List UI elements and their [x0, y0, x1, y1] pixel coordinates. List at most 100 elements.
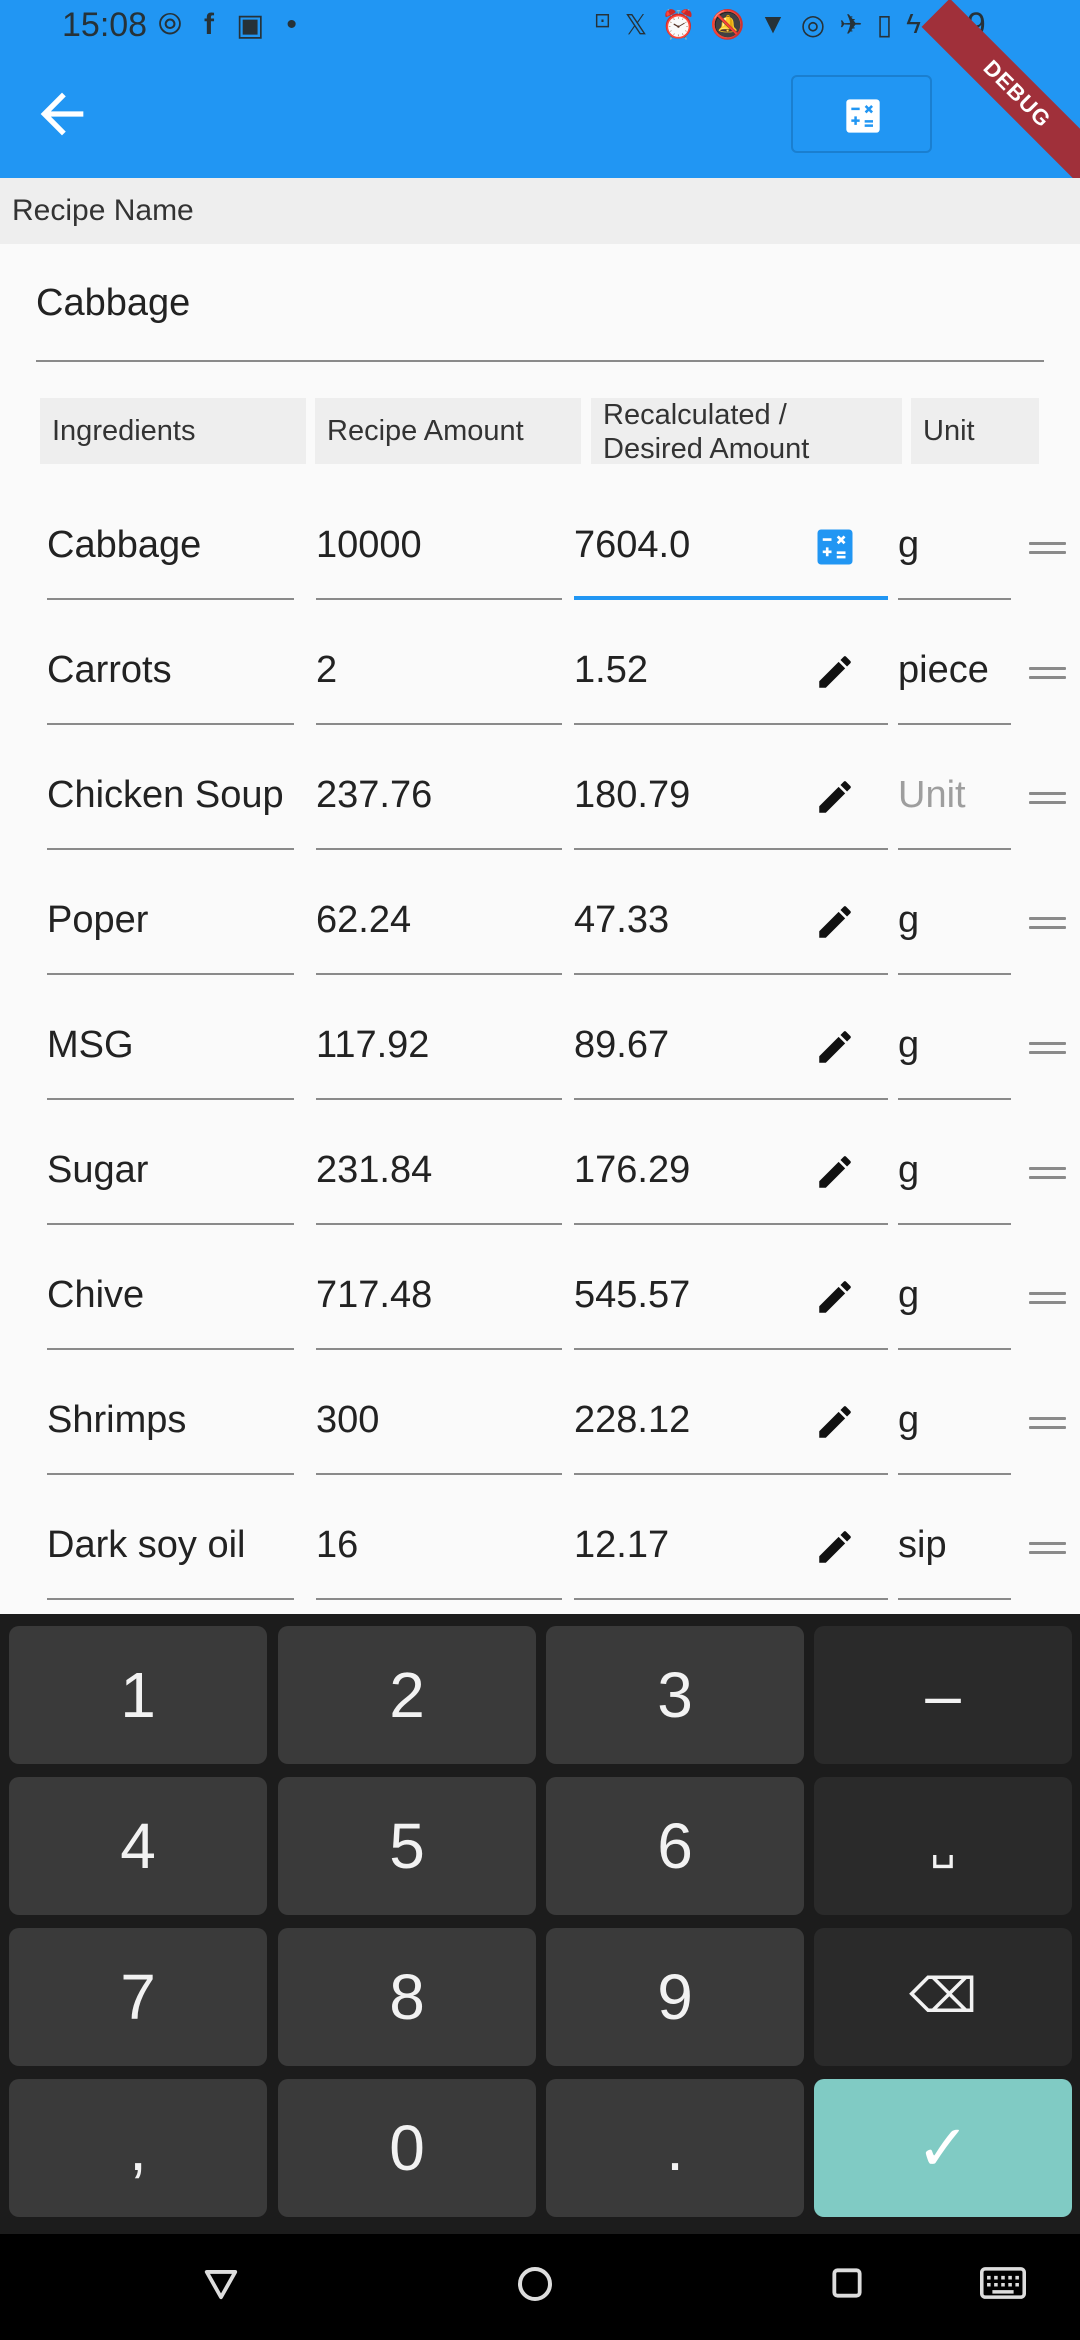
unit-field-value: sip [898, 1524, 947, 1566]
key-6[interactable]: 6 [546, 1777, 804, 1915]
calculate-button[interactable] [791, 75, 932, 153]
arrow-back-icon [40, 92, 84, 136]
drag-handle-icon[interactable] [1029, 1417, 1066, 1429]
ingredient-name-field[interactable]: Shrimps [47, 1367, 294, 1475]
recipe-amount-field[interactable]: 717.48 [316, 1242, 562, 1350]
unit-field[interactable]: g [898, 1367, 1011, 1475]
unit-field[interactable]: piece [898, 617, 1011, 725]
ingredient-row: Cabbage 10000 7604.0 g [0, 492, 1080, 617]
recipe-amount-field[interactable]: 300 [316, 1367, 562, 1475]
recipe-name-input[interactable]: Cabbage [36, 262, 1044, 362]
app-bar: DEBUG [0, 0, 1080, 190]
ingredient-name-field[interactable]: Cabbage [47, 492, 294, 600]
ingredient-name-field[interactable]: Poper [47, 867, 294, 975]
drag-handle-icon[interactable] [1029, 1292, 1066, 1304]
recipe-amount-field[interactable]: 10000 [316, 492, 562, 600]
ingredient-row: Dark soy oil 16 12.17 sip [0, 1492, 1080, 1617]
ingredient-name-field[interactable]: Carrots [47, 617, 294, 725]
recipe-amount-field[interactable]: 231.84 [316, 1117, 562, 1225]
edit-icon[interactable] [814, 1401, 856, 1443]
nav-back-icon[interactable] [202, 2264, 240, 2302]
edit-icon[interactable] [814, 1151, 856, 1193]
keyboard-icon[interactable] [980, 2264, 1026, 2302]
auto-icon: ⊡ [594, 10, 611, 32]
status-bar: 15:08 ⦾ f ▣ • ⊡ 𝕏 ⏰ 🔕 ▼ ◎ ✈ ▯ ϟ 29 [0, 0, 1080, 52]
drag-handle-icon[interactable] [1029, 792, 1066, 804]
recalculated-amount-field-value: 47.33 [574, 899, 670, 941]
header-recipe-amount: Recipe Amount [315, 398, 581, 464]
drag-handle-icon[interactable] [1029, 542, 1066, 554]
ingredient-name-field-value: Sugar [47, 1149, 149, 1191]
edit-icon[interactable] [814, 1526, 856, 1568]
key-5[interactable]: 5 [278, 1777, 536, 1915]
hotspot-icon: ◎ [800, 9, 826, 40]
unit-field[interactable]: g [898, 867, 1011, 975]
edit-icon[interactable] [814, 1276, 856, 1318]
calculator-icon [846, 99, 880, 133]
drag-handle-icon[interactable] [1029, 1542, 1066, 1554]
recipe-amount-field[interactable]: 117.92 [316, 992, 562, 1100]
recipe-amount-field-value: 2 [316, 649, 338, 691]
unit-field[interactable]: g [898, 992, 1011, 1100]
recipe-name-label-bar: Recipe Name [0, 178, 1080, 244]
ingredient-name-field-value: MSG [47, 1024, 134, 1066]
wifi-icon: ▼ [759, 8, 787, 39]
ingredient-name-field[interactable]: Chive [47, 1242, 294, 1350]
key-minus[interactable]: – [814, 1626, 1072, 1764]
ingredient-row: Shrimps 300 228.12 g [0, 1367, 1080, 1492]
edit-icon[interactable] [814, 901, 856, 943]
key-backspace[interactable]: ⌫ [814, 1928, 1072, 2066]
key-space[interactable]: ␣ [814, 1777, 1072, 1915]
unit-field[interactable]: g [898, 1242, 1011, 1350]
key-1[interactable]: 1 [9, 1626, 267, 1764]
key-period[interactable]: . [546, 2079, 804, 2217]
back-button[interactable] [30, 82, 94, 146]
recalculated-amount-field-value: 228.12 [574, 1399, 691, 1441]
key-4[interactable]: 4 [9, 1777, 267, 1915]
calculator-icon[interactable] [814, 526, 856, 568]
recipe-amount-field[interactable]: 16 [316, 1492, 562, 1600]
ingredient-row: MSG 117.92 89.67 g [0, 992, 1080, 1117]
key-9[interactable]: 9 [546, 1928, 804, 2066]
unit-field[interactable]: Unit [898, 742, 1011, 850]
key-3[interactable]: 3 [546, 1626, 804, 1764]
recipe-amount-field[interactable]: 237.76 [316, 742, 562, 850]
dot-icon: • [286, 8, 297, 41]
recipe-amount-field-value: 10000 [316, 524, 422, 566]
key-7[interactable]: 7 [9, 1928, 267, 2066]
key-0[interactable]: 0 [278, 2079, 536, 2217]
recalculated-amount-field-value: 7604.0 [574, 524, 691, 566]
ingredient-row: Chicken Soup 237.76 180.79 Unit [0, 742, 1080, 867]
unit-field[interactable]: g [898, 492, 1011, 600]
key-done[interactable]: ✓ [814, 2079, 1072, 2217]
edit-icon[interactable] [814, 651, 856, 693]
unit-field[interactable]: sip [898, 1492, 1011, 1600]
battery-icon: ▯ [876, 9, 893, 40]
facebook-icon: f [204, 8, 214, 41]
drag-handle-icon[interactable] [1029, 1042, 1066, 1054]
recipe-amount-field-value: 237.76 [316, 774, 433, 816]
recalculated-amount-field-value: 1.52 [574, 649, 648, 691]
recalculated-amount-field-value: 89.67 [574, 1024, 670, 1066]
unit-field-value: g [898, 524, 920, 566]
recipe-amount-field-value: 16 [316, 1524, 359, 1566]
drag-handle-icon[interactable] [1029, 917, 1066, 929]
drag-handle-icon[interactable] [1029, 1167, 1066, 1179]
key-comma[interactable]: , [9, 2079, 267, 2217]
key-2[interactable]: 2 [278, 1626, 536, 1764]
unit-field-value: Unit [898, 774, 966, 816]
ingredient-name-field[interactable]: Chicken Soup [47, 742, 294, 850]
recipe-amount-field[interactable]: 2 [316, 617, 562, 725]
ingredient-name-field[interactable]: MSG [47, 992, 294, 1100]
recipe-amount-field[interactable]: 62.24 [316, 867, 562, 975]
drag-handle-icon[interactable] [1029, 667, 1066, 679]
unit-field[interactable]: g [898, 1117, 1011, 1225]
key-8[interactable]: 8 [278, 1928, 536, 2066]
x-icon: 𝕏 [624, 9, 648, 40]
edit-icon[interactable] [814, 1026, 856, 1068]
ingredient-name-field[interactable]: Dark soy oil [47, 1492, 294, 1600]
ingredient-name-field[interactable]: Sugar [47, 1117, 294, 1225]
nav-home-icon[interactable] [515, 2264, 555, 2304]
edit-icon[interactable] [814, 776, 856, 818]
nav-recents-icon[interactable] [828, 2264, 866, 2302]
